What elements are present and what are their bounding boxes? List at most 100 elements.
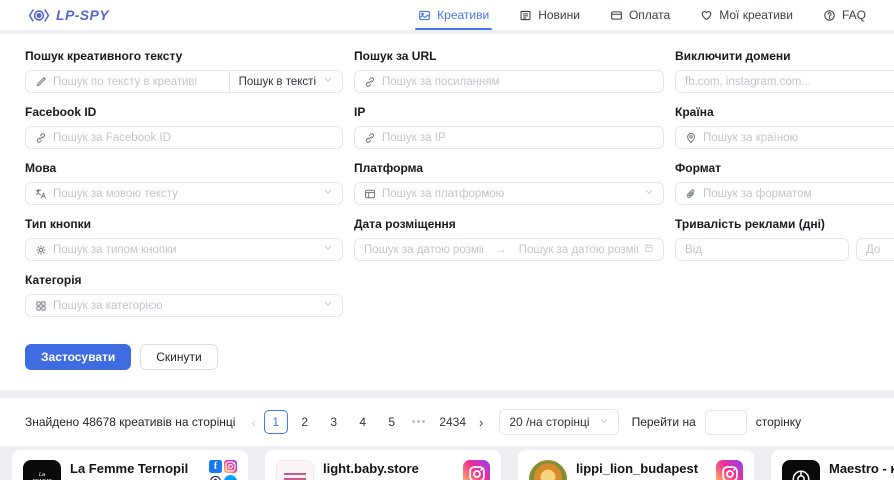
facebook-icon: f bbox=[209, 460, 222, 473]
avatar-text: La bbox=[39, 472, 45, 479]
chevron-down-icon bbox=[323, 187, 333, 200]
country-placeholder: Пошук за країною bbox=[703, 132, 894, 144]
image-icon bbox=[418, 9, 431, 22]
nav-label: Мої креативи bbox=[719, 8, 793, 22]
card-title: Maestro - кухні, ме замовлення в Ужго bbox=[829, 461, 894, 480]
field-category: Категорія Пошук за категорією bbox=[25, 273, 343, 316]
question-icon bbox=[823, 9, 836, 22]
goto-prefix-label: Перейти на bbox=[632, 415, 696, 429]
goto-suffix-label: сторінку bbox=[756, 415, 801, 429]
next-page-button[interactable]: › bbox=[476, 415, 486, 430]
pagination: ‹ 1 2 3 4 5 ••• 2434 › bbox=[248, 410, 486, 434]
field-platform: Платформа Пошук за платформою bbox=[354, 161, 664, 204]
nav-item-faq[interactable]: FAQ bbox=[823, 0, 866, 30]
person-badge-icon bbox=[209, 475, 222, 480]
creative-cards-row: La FEMME La Femme Ternopil 2025-11-20 21… bbox=[0, 450, 894, 480]
format-select[interactable]: Пошук за форматом bbox=[675, 182, 894, 205]
page-button-1[interactable]: 1 bbox=[264, 410, 288, 434]
placement-date-range[interactable]: Пошук за датою розміщення → Пошук за дат… bbox=[354, 238, 664, 261]
duration-from-input[interactable] bbox=[685, 244, 839, 256]
creative-text-input-wrap bbox=[25, 70, 230, 93]
page-button-5[interactable]: 5 bbox=[380, 410, 404, 434]
exclude-domains-input[interactable] bbox=[685, 76, 894, 88]
nav-item-payment[interactable]: Оплата bbox=[610, 0, 670, 30]
card-title: light.baby.store bbox=[323, 461, 454, 476]
field-url: Пошук за URL bbox=[354, 49, 664, 92]
avatar: La FEMME bbox=[23, 460, 61, 480]
gear-icon bbox=[35, 244, 47, 256]
creative-card[interactable]: light.baby.store 2025-11-20 21:02:03 3 d… bbox=[265, 450, 501, 480]
chevron-down-icon bbox=[323, 75, 333, 88]
field-creative-text: Пошук креативного тексту Пошук в тексті bbox=[25, 49, 343, 92]
field-format: Формат Пошук за форматом bbox=[675, 161, 894, 204]
instagram-icon bbox=[224, 460, 237, 473]
duration-to-input[interactable] bbox=[866, 244, 894, 256]
arrow-right-icon: → bbox=[489, 244, 513, 256]
pencil-icon bbox=[35, 76, 47, 88]
nav-item-creatives[interactable]: Креативи bbox=[418, 0, 489, 30]
pagination-ellipsis[interactable]: ••• bbox=[409, 416, 430, 428]
prev-page-button[interactable]: ‹ bbox=[248, 415, 258, 430]
goto-page-input[interactable] bbox=[705, 410, 747, 435]
instagram-icon bbox=[716, 460, 743, 480]
reset-button[interactable]: Скинути bbox=[140, 344, 217, 370]
field-label: Дата розміщення bbox=[354, 217, 664, 231]
creative-card[interactable]: lippi_lion_budapest 2025-11-20 21:02:03 … bbox=[518, 450, 754, 480]
url-input[interactable] bbox=[382, 76, 654, 88]
paperclip-icon bbox=[685, 188, 697, 200]
field-label: Тривалість реклами (дні) bbox=[675, 217, 894, 231]
field-label: IP bbox=[354, 105, 664, 119]
category-placeholder: Пошук за категорією bbox=[53, 300, 317, 312]
field-label: Країна bbox=[675, 105, 894, 119]
platform-placeholder: Пошук за платформою bbox=[382, 188, 638, 200]
location-pin-icon bbox=[685, 132, 697, 144]
nav-label: FAQ bbox=[842, 8, 866, 22]
creative-card[interactable]: Maestro - кухні, ме замовлення в Ужго 20… bbox=[771, 450, 894, 480]
category-select[interactable]: Пошук за категорією bbox=[25, 294, 343, 317]
page-button-last[interactable]: 2434 bbox=[434, 410, 471, 434]
avatar bbox=[782, 460, 820, 480]
country-select[interactable]: Пошук за країною bbox=[675, 126, 894, 149]
ip-input[interactable] bbox=[382, 132, 654, 144]
platform-select[interactable]: Пошук за платформою bbox=[354, 182, 664, 205]
nav-item-my-creatives[interactable]: Мої креативи bbox=[700, 0, 793, 30]
card-title-line1: Maestro - кухні, ме bbox=[829, 461, 894, 476]
facebook-id-input[interactable] bbox=[53, 132, 333, 144]
field-label: Facebook ID bbox=[25, 105, 343, 119]
field-label: Платформа bbox=[354, 161, 664, 175]
avatar bbox=[276, 460, 314, 480]
duration-to-wrap bbox=[856, 238, 894, 261]
results-summary: Знайдено 48678 креативів на сторінці bbox=[25, 415, 235, 429]
app-logo[interactable]: LP-SPY bbox=[28, 7, 109, 23]
button-type-select[interactable]: Пошук за типом кнопки bbox=[25, 238, 343, 261]
page-button-3[interactable]: 3 bbox=[322, 410, 346, 434]
page-size-select[interactable]: 20 /на сторінці bbox=[499, 409, 618, 435]
filter-panel: Пошук креативного тексту Пошук в тексті … bbox=[0, 34, 894, 390]
news-icon bbox=[519, 9, 532, 22]
page-button-4[interactable]: 4 bbox=[351, 410, 375, 434]
field-placement-date: Дата розміщення Пошук за датою розміщенн… bbox=[354, 217, 664, 260]
field-button-type: Тип кнопки Пошук за типом кнопки bbox=[25, 217, 343, 260]
creative-text-mode-select[interactable]: Пошук в тексті bbox=[229, 70, 343, 93]
creative-text-input[interactable] bbox=[53, 76, 220, 88]
exclude-domains-input-wrap bbox=[675, 70, 894, 93]
avatar bbox=[529, 460, 567, 480]
nav-item-news[interactable]: Новини bbox=[519, 0, 580, 30]
page-button-2[interactable]: 2 bbox=[293, 410, 317, 434]
field-label: Виключити домени bbox=[675, 49, 894, 63]
field-facebook-id: Facebook ID bbox=[25, 105, 343, 148]
heart-icon bbox=[700, 9, 713, 22]
language-placeholder: Пошук за мовою тексту bbox=[53, 188, 317, 200]
field-country: Країна Пошук за країною bbox=[675, 105, 894, 148]
date-to-placeholder: Пошук за датою розміщення bbox=[519, 244, 638, 256]
apply-button[interactable]: Застосувати bbox=[25, 344, 131, 370]
messenger-icon bbox=[224, 475, 237, 480]
card-title-line2: замовлення в Ужго bbox=[829, 476, 894, 480]
creative-card[interactable]: La FEMME La Femme Ternopil 2025-11-20 21… bbox=[12, 450, 248, 480]
field-label: Категорія bbox=[25, 273, 343, 287]
field-ip: IP bbox=[354, 105, 664, 148]
button-type-placeholder: Пошук за типом кнопки bbox=[53, 244, 317, 256]
language-select[interactable]: Пошук за мовою тексту bbox=[25, 182, 343, 205]
chevron-down-icon bbox=[644, 187, 654, 200]
facebook-id-input-wrap bbox=[25, 126, 343, 149]
